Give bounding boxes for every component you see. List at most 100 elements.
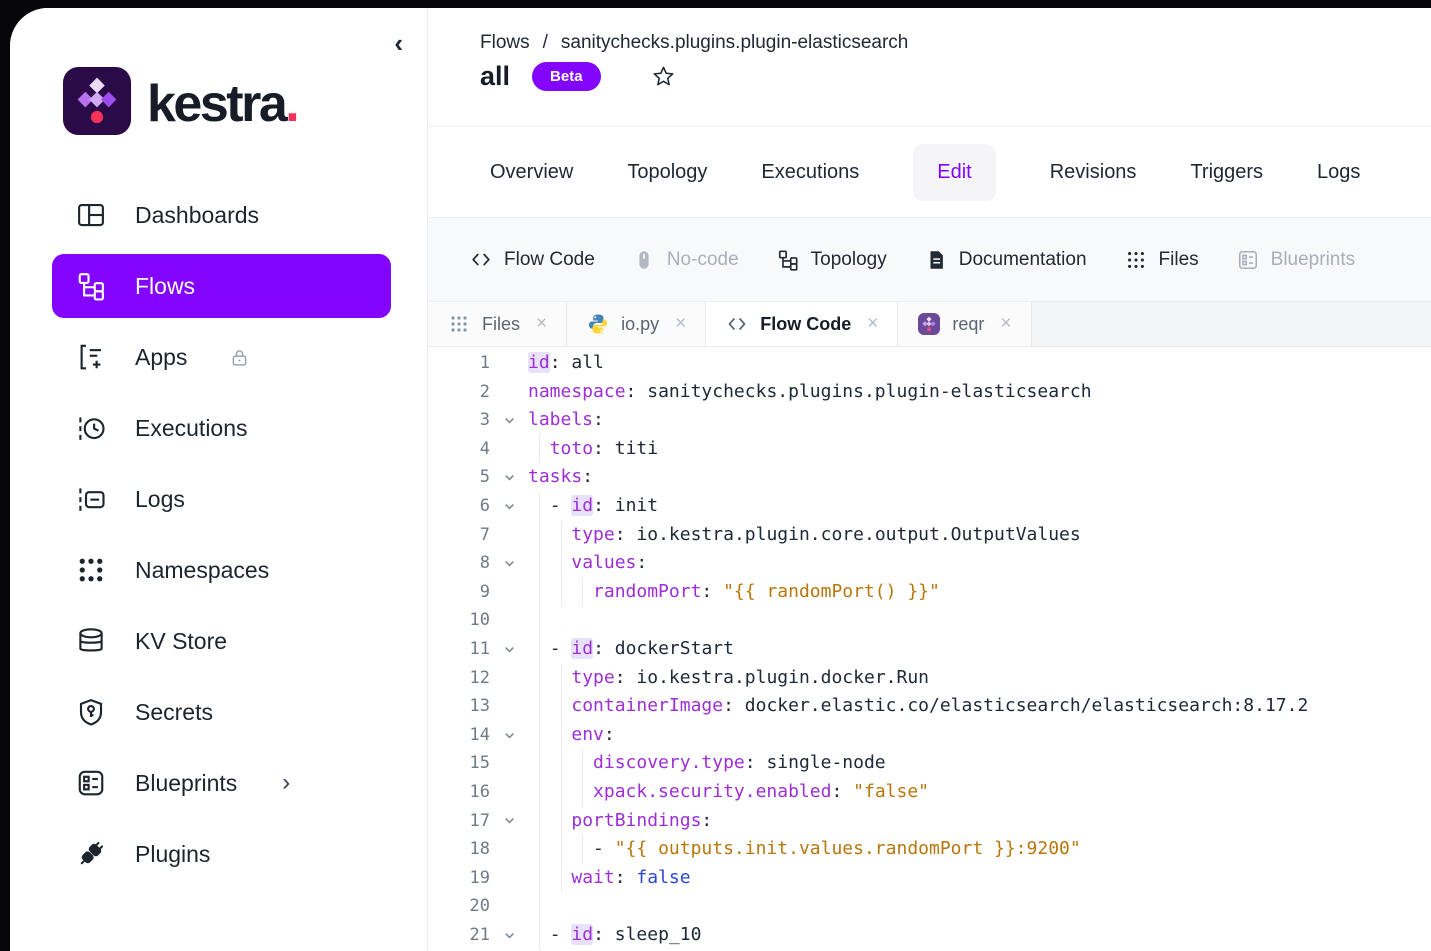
yaml-text: : — [615, 867, 637, 888]
toolbar-topology[interactable]: Topology — [777, 249, 887, 271]
sidebar-item-label: Plugins — [135, 841, 210, 868]
code-line-content: portBindings: — [528, 807, 1431, 836]
code-line-content: namespace: sanitychecks.plugins.plugin-e… — [528, 378, 1431, 407]
yaml-text: : — [582, 466, 593, 487]
code-line[interactable]: 16 xpack.security.enabled: "false" — [428, 778, 1431, 807]
code-line[interactable]: 17 portBindings: — [428, 807, 1431, 836]
sidebar-item-dashboards[interactable]: Dashboards — [52, 183, 391, 247]
code-line[interactable]: 13 containerImage: docker.elastic.co/ela… — [428, 692, 1431, 721]
fold-gutter — [490, 378, 528, 407]
yaml-key: labels — [528, 409, 593, 430]
yaml-text: - — [593, 838, 615, 859]
blueprints-icon — [76, 768, 106, 798]
editor-tab-flow-code[interactable]: Flow Code × — [706, 302, 898, 346]
sidebar-item-namespaces[interactable]: Namespaces — [52, 538, 391, 602]
breadcrumb-namespace-link[interactable]: sanitychecks.plugins.plugin-elasticsearc… — [561, 32, 908, 54]
fold-chevron-icon[interactable] — [490, 807, 528, 836]
sidebar-item-kv-store[interactable]: KV Store — [52, 609, 391, 673]
line-number: 16 — [428, 778, 490, 807]
close-icon[interactable]: × — [1000, 313, 1011, 335]
fold-chevron-icon[interactable] — [490, 406, 528, 435]
namespaces-icon — [76, 555, 106, 585]
dots-grid-icon — [447, 312, 471, 336]
code-line[interactable]: 9 randomPort: "{{ randomPort() }}" — [428, 578, 1431, 607]
sidebar-collapse-icon[interactable]: ‹ — [394, 30, 403, 56]
page-tabs: Overview Topology Executions Edit Revisi… — [428, 127, 1431, 218]
tab-logs[interactable]: Logs — [1317, 161, 1360, 184]
toolbar-blueprints[interactable]: Blueprints — [1237, 249, 1356, 271]
yaml-key: tasks — [528, 466, 582, 487]
code-line[interactable]: 10 — [428, 606, 1431, 635]
yaml-text: init — [615, 495, 658, 516]
editor-tab-reqr[interactable]: reqr × — [898, 302, 1031, 346]
code-line[interactable]: 5 tasks: — [428, 463, 1431, 492]
tab-executions[interactable]: Executions — [761, 161, 859, 184]
mouse-icon — [633, 249, 655, 271]
dashboards-icon — [76, 200, 106, 230]
code-line-content: - "{{ outputs.init.values.randomPort }}:… — [528, 835, 1431, 864]
code-line[interactable]: 8 values: — [428, 549, 1431, 578]
code-line[interactable]: 2namespace: sanitychecks.plugins.plugin-… — [428, 378, 1431, 407]
yaml-key: toto — [550, 438, 593, 459]
code-line[interactable]: 4 toto: titi — [428, 435, 1431, 464]
yaml-key: values — [571, 552, 636, 573]
code-line[interactable]: 11 - id: dockerStart — [428, 635, 1431, 664]
code-line[interactable]: 20 — [428, 892, 1431, 921]
sidebar-item-plugins[interactable]: Plugins — [52, 822, 391, 886]
fold-chevron-icon[interactable] — [490, 463, 528, 492]
toolbar-files[interactable]: Files — [1125, 249, 1199, 271]
line-number: 9 — [428, 578, 490, 607]
toolbar-documentation[interactable]: Documentation — [925, 249, 1087, 271]
sidebar-item-secrets[interactable]: Secrets — [52, 680, 391, 744]
star-icon[interactable] — [651, 64, 676, 89]
toolbar-label: Files — [1159, 249, 1199, 271]
fold-chevron-icon[interactable] — [490, 721, 528, 750]
line-number: 5 — [428, 463, 490, 492]
sidebar-item-logs[interactable]: Logs — [52, 467, 391, 531]
sidebar-item-apps[interactable]: Apps — [52, 325, 391, 389]
code-line[interactable]: 14 env: — [428, 721, 1431, 750]
code-editor[interactable]: 1id: all2namespace: sanitychecks.plugins… — [428, 347, 1431, 951]
fold-chevron-icon[interactable] — [490, 635, 528, 664]
breadcrumb-flows-link[interactable]: Flows — [480, 32, 530, 54]
code-line[interactable]: 3labels: — [428, 406, 1431, 435]
code-line[interactable]: 21 - id: sleep_10 — [428, 921, 1431, 950]
yaml-string: "false" — [853, 781, 929, 802]
editor-tab-iopy[interactable]: io.py × — [567, 302, 706, 346]
yaml-text: : — [593, 409, 604, 430]
sidebar: ‹ kestra. Dashboards — [10, 8, 428, 951]
sidebar-item-flows[interactable]: Flows — [52, 254, 391, 318]
sidebar-item-executions[interactable]: Executions — [52, 396, 391, 460]
code-line[interactable]: 1id: all — [428, 349, 1431, 378]
editor-view-toolbar: Flow Code No-code Topology — [428, 218, 1431, 302]
app-window: ‹ kestra. Dashboards — [10, 8, 1431, 951]
fold-gutter — [490, 749, 528, 778]
close-icon[interactable]: × — [536, 313, 547, 335]
yaml-string: "{{ outputs.init.values.randomPort }}:92… — [615, 838, 1081, 859]
fold-chevron-icon[interactable] — [490, 549, 528, 578]
tab-edit[interactable]: Edit — [913, 144, 995, 201]
code-icon — [725, 312, 749, 336]
tab-topology[interactable]: Topology — [627, 161, 707, 184]
sidebar-item-label: Logs — [135, 486, 185, 513]
toolbar-no-code[interactable]: No-code — [633, 249, 739, 271]
fold-chevron-icon[interactable] — [490, 921, 528, 950]
toolbar-flow-code[interactable]: Flow Code — [470, 249, 595, 271]
yaml-key: id — [571, 638, 593, 659]
sidebar-item-blueprints[interactable]: Blueprints › — [52, 751, 391, 815]
fold-chevron-icon[interactable] — [490, 492, 528, 521]
close-icon[interactable]: × — [867, 313, 878, 335]
code-line[interactable]: 18 - "{{ outputs.init.values.randomPort … — [428, 835, 1431, 864]
code-line[interactable]: 19 wait: false — [428, 864, 1431, 893]
code-line[interactable]: 12 type: io.kestra.plugin.docker.Run — [428, 664, 1431, 693]
tab-overview[interactable]: Overview — [490, 161, 573, 184]
editor-tab-files[interactable]: Files × — [428, 302, 567, 346]
code-line[interactable]: 15 discovery.type: single-node — [428, 749, 1431, 778]
code-line-content: labels: — [528, 406, 1431, 435]
brand-wordmark: kestra. — [147, 74, 297, 134]
tab-revisions[interactable]: Revisions — [1050, 161, 1137, 184]
code-line[interactable]: 6 - id: init — [428, 492, 1431, 521]
code-line[interactable]: 7 type: io.kestra.plugin.core.output.Out… — [428, 521, 1431, 550]
close-icon[interactable]: × — [675, 313, 686, 335]
tab-triggers[interactable]: Triggers — [1190, 161, 1263, 184]
